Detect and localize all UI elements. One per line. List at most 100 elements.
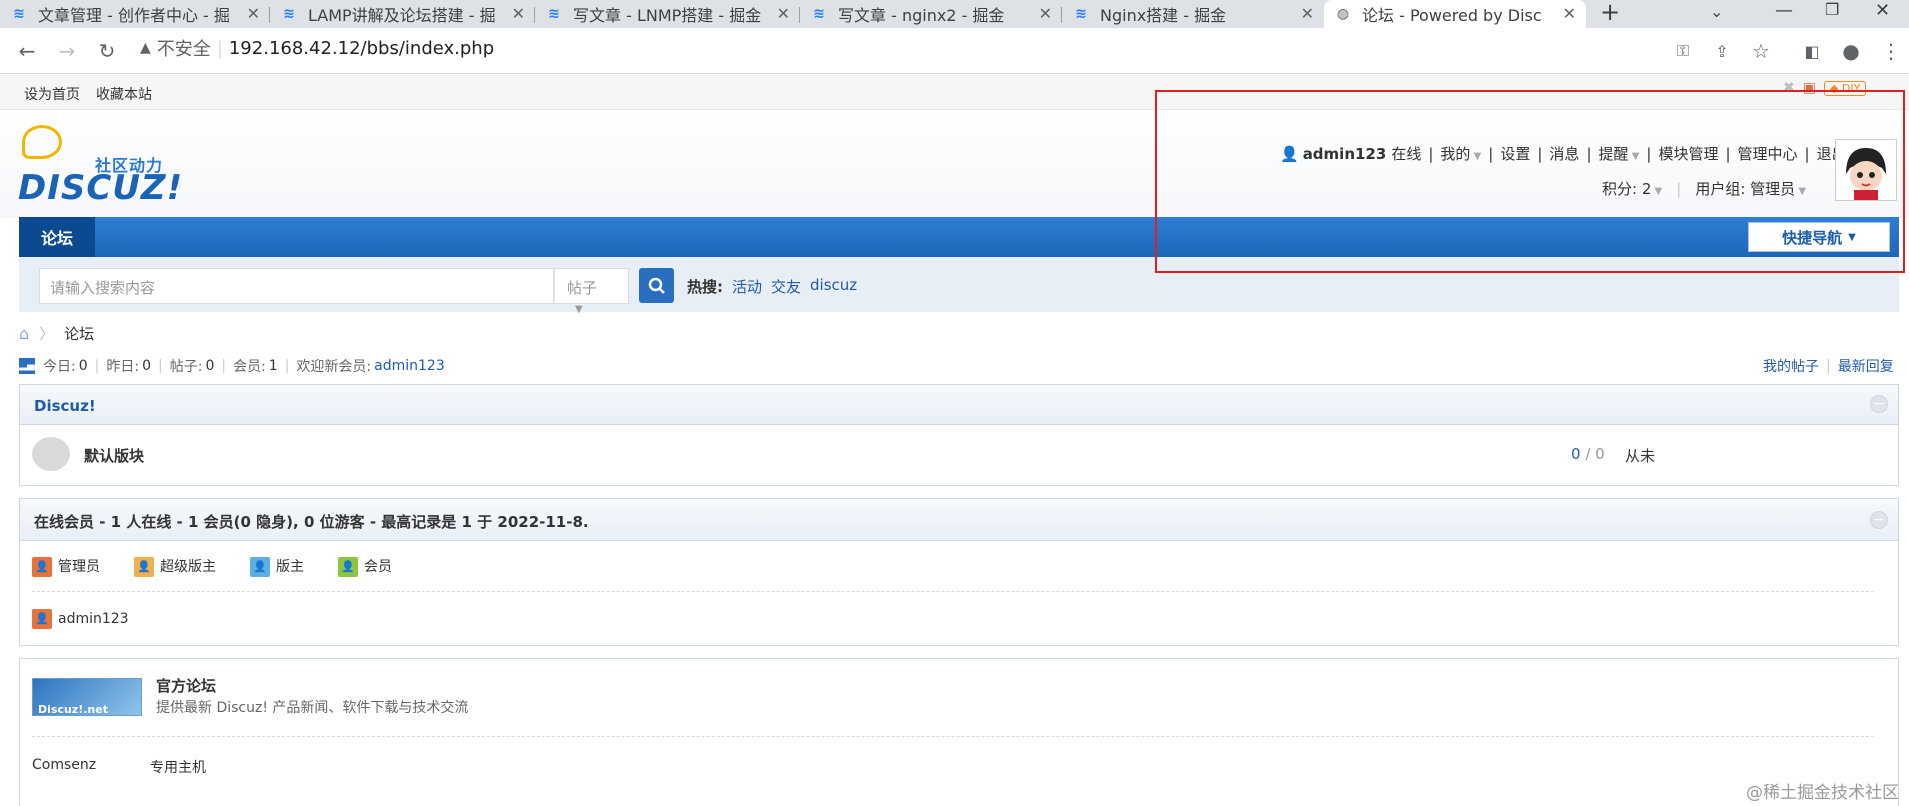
- right-links: 我的帖子 | 最新回复: [1763, 356, 1894, 376]
- chart-icon: ▂▄: [19, 358, 35, 374]
- board-name[interactable]: 默认版块: [84, 445, 144, 466]
- restore-icon[interactable]: ❐: [1825, 0, 1839, 19]
- legend-mod: 👤 版主: [250, 556, 304, 577]
- hot-search: 热搜: 活动 交友 discuz: [687, 276, 857, 297]
- close-icon[interactable]: ✕: [1039, 4, 1052, 23]
- reload-icon[interactable]: ↻: [92, 36, 122, 66]
- breadcrumb: ⌂ 〉 论坛: [19, 323, 94, 344]
- new-member-link[interactable]: admin123: [374, 358, 445, 374]
- links-panel: Discuz!.net 官方论坛 提供最新 Discuz! 产品新闻、软件下载与…: [19, 658, 1899, 806]
- stat-today: 0: [78, 358, 88, 374]
- browser-tab[interactable]: ≋ 写文章 - LNMP搭建 - 掘金 ✕: [535, 0, 800, 28]
- online-member[interactable]: 👤 admin123: [32, 609, 129, 629]
- tab-search-icon[interactable]: ⌄: [1710, 2, 1723, 21]
- home-icon[interactable]: ⌂: [19, 324, 29, 343]
- link-title[interactable]: 官方论坛: [156, 675, 216, 696]
- hot-search-link[interactable]: 交友: [771, 276, 801, 297]
- legend-super-mod: 👤 超级版主: [134, 556, 216, 577]
- board-last-post: 从未: [1625, 447, 1656, 465]
- divider: [32, 591, 1874, 592]
- close-icon[interactable]: ✕: [247, 4, 260, 23]
- moderator-icon: 👤: [250, 557, 270, 577]
- browser-tab[interactable]: ≋ 文章管理 - 创作者中心 - 掘 ✕: [0, 0, 270, 28]
- online-title[interactable]: 在线会员 - 1 人在线 - 1 会员(0 隐身), 0 位游客 - 最高记录是…: [34, 511, 589, 532]
- tab-title: LAMP讲解及论坛搭建 - 掘: [308, 6, 496, 25]
- profile-icon[interactable]: ●: [1836, 36, 1866, 66]
- category-title[interactable]: Discuz!: [34, 397, 96, 415]
- insecure-label: 不安全: [156, 39, 211, 60]
- breadcrumb-current[interactable]: 论坛: [64, 323, 94, 344]
- logo-bubble-icon: [22, 125, 62, 159]
- warning-icon: ▲: [140, 40, 151, 56]
- url-text: 192.168.42.12/bbs/index.php: [228, 37, 495, 59]
- member-legend: 👤 管理员 👤 超级版主 👤 版主 👤 会员: [32, 556, 392, 577]
- juejin-icon: ≋: [283, 6, 295, 22]
- window-close-icon[interactable]: ✕: [1875, 0, 1890, 21]
- collapse-icon[interactable]: −: [1870, 511, 1888, 529]
- juejin-icon: ≋: [548, 6, 560, 22]
- online-members-panel: 在线会员 - 1 人在线 - 1 会员(0 隐身), 0 位游客 - 最高记录是…: [19, 498, 1899, 646]
- breadcrumb-separator-icon: 〉: [39, 325, 55, 343]
- forward-icon[interactable]: →: [52, 36, 82, 66]
- watermark: @稀土掘金技术社区: [1746, 783, 1899, 803]
- new-tab-icon[interactable]: +: [1600, 0, 1620, 26]
- panel-header: Discuz! −: [20, 385, 1898, 425]
- panel-header: 在线会员 - 1 人在线 - 1 会员(0 隐身), 0 位游客 - 最高记录是…: [20, 499, 1898, 541]
- search-input[interactable]: 请输入搜索内容: [39, 268, 554, 304]
- key-icon[interactable]: ⚿: [1668, 36, 1698, 66]
- tab-title: 写文章 - LNMP搭建 - 掘金: [573, 6, 762, 25]
- bookmark-link[interactable]: 收藏本站: [96, 84, 152, 104]
- back-icon[interactable]: ←: [12, 36, 42, 66]
- footer-link[interactable]: Comsenz: [32, 757, 96, 773]
- collapse-icon[interactable]: −: [1870, 395, 1888, 413]
- close-icon[interactable]: ✕: [777, 4, 790, 23]
- admin-icon: 👤: [32, 557, 52, 577]
- set-home-link[interactable]: 设为首页: [24, 84, 80, 104]
- browser-tab[interactable]: ≋ Nginx搭建 - 掘金 ✕: [1062, 0, 1324, 28]
- globe-icon: ◍: [1336, 6, 1350, 22]
- link-desc: 提供最新 Discuz! 产品新闻、软件下载与技术交流: [156, 700, 469, 716]
- browser-tab-bar: ≋ 文章管理 - 创作者中心 - 掘 ✕ ≋ LAMP讲解及论坛搭建 - 掘 ✕…: [0, 0, 1909, 28]
- stat-members: 1: [268, 358, 278, 374]
- footer-link[interactable]: 专用主机: [150, 757, 206, 777]
- browser-tab[interactable]: ≋ LAMP讲解及论坛搭建 - 掘 ✕: [270, 0, 535, 28]
- close-icon[interactable]: ✕: [512, 4, 525, 23]
- sidebar-icon[interactable]: ◧: [1797, 36, 1827, 66]
- search-type-select[interactable]: 帖子 ▼: [554, 268, 629, 315]
- divider: [32, 736, 1874, 737]
- stat-posts: 0: [205, 358, 215, 374]
- admin-icon: 👤: [32, 609, 52, 629]
- close-icon[interactable]: ✕: [1301, 4, 1314, 23]
- forum-category-panel: Discuz! − 默认版块 0 / 0 从未: [19, 384, 1899, 486]
- menu-icon[interactable]: ⋮: [1876, 36, 1906, 66]
- search-button[interactable]: [639, 268, 674, 303]
- highlight-box: [1155, 90, 1905, 273]
- hot-search-label: 热搜:: [687, 278, 723, 296]
- browser-tab-active[interactable]: ◍ 论坛 - Powered by Discuz ✕: [1324, 0, 1586, 28]
- search-icon: [648, 277, 665, 294]
- tab-title: 论坛 - Powered by Discuz: [1362, 6, 1542, 25]
- discuz-net-logo[interactable]: Discuz!.net: [32, 678, 142, 716]
- legend-member: 👤 会员: [338, 556, 392, 577]
- tab-title: 文章管理 - 创作者中心 - 掘: [38, 6, 230, 25]
- share-icon[interactable]: ⇪: [1707, 36, 1737, 66]
- chevron-down-icon: ▼: [575, 304, 583, 315]
- my-posts-link[interactable]: 我的帖子: [1763, 356, 1819, 376]
- star-icon[interactable]: ☆: [1746, 36, 1776, 66]
- hot-search-link[interactable]: discuz: [810, 276, 857, 297]
- latest-replies-link[interactable]: 最新回复: [1838, 356, 1894, 376]
- address-bar[interactable]: ▲ 不安全 | 192.168.42.12/bbs/index.php: [140, 35, 494, 61]
- board-counts: 0 / 0: [1571, 445, 1605, 463]
- search-type-label: 帖子: [567, 279, 598, 297]
- nav-item-forum[interactable]: 论坛: [19, 217, 95, 257]
- browser-tab[interactable]: ≋ 写文章 - nginx2 - 掘金 ✕: [800, 0, 1062, 28]
- member-icon: 👤: [338, 557, 358, 577]
- legend-admin: 👤 管理员: [32, 556, 100, 577]
- close-icon[interactable]: ✕: [1563, 4, 1576, 23]
- juejin-icon: ≋: [1075, 6, 1087, 22]
- site-logo[interactable]: DISCUZ!: [18, 168, 183, 208]
- tab-title: 写文章 - nginx2 - 掘金: [838, 6, 1005, 25]
- hot-search-link[interactable]: 活动: [732, 276, 762, 297]
- board-icon: [32, 437, 70, 471]
- minimize-icon[interactable]: —: [1775, 0, 1793, 21]
